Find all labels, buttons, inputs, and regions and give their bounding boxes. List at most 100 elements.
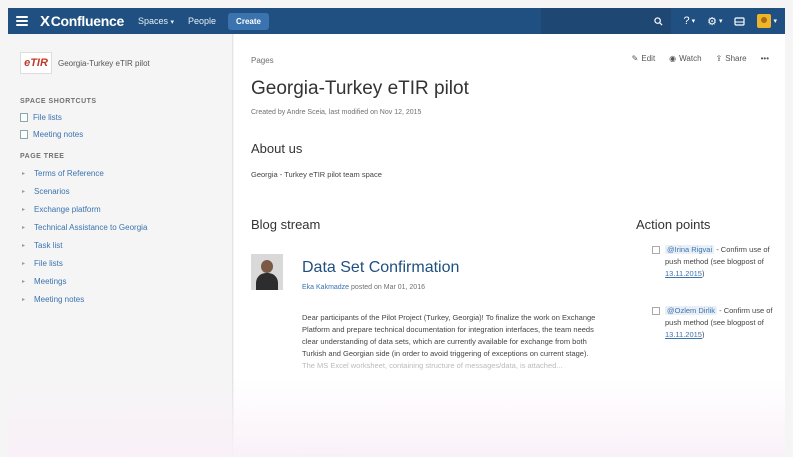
more-actions-button[interactable]: ••• <box>761 54 769 63</box>
task-text: @Ozlem Dirlik - Confirm use of push meth… <box>665 305 780 341</box>
expand-icon[interactable]: ▸ <box>22 188 28 195</box>
edit-label: Edit <box>641 54 656 63</box>
expand-icon[interactable]: ▸ <box>22 170 28 177</box>
logo-mark: X <box>40 12 50 30</box>
shortcut-file-lists[interactable]: File lists <box>20 113 232 122</box>
confluence-logo[interactable]: X Confluence <box>40 13 124 30</box>
chevron-down-icon: ▾ <box>718 18 723 25</box>
shortcut-label: Meeting notes <box>33 130 84 139</box>
user-menu-chevron[interactable]: ▾ <box>773 17 777 25</box>
user-mention[interactable]: @Irina Rigvai <box>665 245 715 254</box>
logo-text: Confluence <box>50 13 125 29</box>
chevron-down-icon: ▾ <box>691 18 696 25</box>
page-tree-title: PAGE TREE <box>20 153 65 160</box>
tree-item-task-list[interactable]: ▸ Task list <box>22 241 232 250</box>
page-byline: Created by Andre Sceia, last modified on… <box>251 109 422 116</box>
blog-post-excerpt: Dear participants of the Pilot Project (… <box>302 312 602 372</box>
space-logo-text: eTIR <box>24 57 48 69</box>
spaces-label: Spaces <box>137 16 168 26</box>
excerpt-text: Dear participants of the Pilot Project (… <box>302 313 596 358</box>
share-button[interactable]: ⇪ Share <box>716 54 747 63</box>
settings-menu[interactable]: ⚙ ▾ <box>707 15 722 28</box>
blog-stream-heading: Blog stream <box>251 217 321 232</box>
more-icon: ••• <box>760 54 769 63</box>
task-checkbox[interactable] <box>652 307 660 315</box>
page-icon <box>20 113 28 122</box>
space-name[interactable]: Georgia-Turkey eTIR pilot <box>58 59 150 68</box>
people-link[interactable]: People <box>188 16 216 26</box>
tree-item-label: Terms of Reference <box>34 169 104 178</box>
task-item: @Irina Rigvai - Confirm use of push meth… <box>636 244 780 280</box>
help-menu[interactable]: ? ▾ <box>683 15 695 27</box>
tree-item-label: Exchange platform <box>34 205 101 214</box>
edit-button[interactable]: ✎ Edit <box>632 54 656 63</box>
tree-item-label: File lists <box>34 259 63 268</box>
pencil-icon: ✎ <box>631 54 639 63</box>
expand-icon[interactable]: ▸ <box>22 206 28 213</box>
watch-label: Watch <box>679 54 702 63</box>
page-actions: ✎ Edit ◉ Watch ⇪ Share ••• <box>632 54 769 63</box>
expand-icon[interactable]: ▸ <box>22 278 28 285</box>
gear-icon: ⚙ <box>707 15 717 28</box>
shortcut-meeting-notes[interactable]: Meeting notes <box>20 130 232 139</box>
space-logo[interactable]: eTIR <box>20 52 52 74</box>
spaces-menu[interactable]: Spaces ▾ <box>138 16 174 26</box>
about-text: Georgia - Turkey eTIR pilot team space <box>251 170 382 179</box>
tree-item-meetings[interactable]: ▸ Meetings <box>22 277 232 286</box>
eye-icon: ◉ <box>669 54 677 63</box>
page-content: Pages ✎ Edit ◉ Watch ⇪ Share ••• Georgia-Tu… <box>234 34 785 457</box>
excerpt-faded-text: The MS Excel worksheet, containing struc… <box>302 361 563 370</box>
task-item: @Ozlem Dirlik - Confirm use of push meth… <box>636 305 780 341</box>
action-points-heading: Action points <box>636 217 711 232</box>
tree-item-scenarios[interactable]: ▸ Scenarios <box>22 187 232 196</box>
post-date: posted on Mar 01, 2016 <box>349 284 425 291</box>
tree-item-label: Meetings <box>34 277 67 286</box>
search-input[interactable] <box>541 8 672 34</box>
blog-post-meta: Eka Kakmadze posted on Mar 01, 2016 <box>302 284 425 291</box>
share-label: Share <box>725 54 747 63</box>
tree-item-meeting-notes[interactable]: ▸ Meeting notes <box>22 295 232 304</box>
task-end: ) <box>701 330 705 339</box>
tree-item-label: Meeting notes <box>34 295 85 304</box>
app-switcher-icon[interactable] <box>16 16 28 26</box>
tree-item-label: Technical Assistance to Georgia <box>34 223 148 232</box>
blog-post-title[interactable]: Data Set Confirmation <box>302 259 459 277</box>
tree-item-terms-of-reference[interactable]: ▸ Terms of Reference <box>22 169 232 178</box>
author-avatar[interactable] <box>251 254 283 290</box>
tree-item-exchange-platform[interactable]: ▸ Exchange platform <box>22 205 232 214</box>
tree-item-file-lists[interactable]: ▸ File lists <box>22 259 232 268</box>
task-date[interactable]: 13.11.2015 <box>665 269 702 278</box>
task-text: @Irina Rigvai - Confirm use of push meth… <box>665 244 780 280</box>
task-date[interactable]: 13.11.2015 <box>665 330 702 339</box>
user-mention[interactable]: @Ozlem Dirlik <box>665 306 718 315</box>
shortcuts-title: SPACE SHORTCUTS <box>20 98 97 105</box>
user-avatar[interactable] <box>757 14 772 28</box>
expand-icon[interactable]: ▸ <box>22 260 28 267</box>
notifications-button[interactable] <box>734 16 746 26</box>
breadcrumb[interactable]: Pages <box>251 56 274 65</box>
expand-icon[interactable]: ▸ <box>22 224 28 231</box>
about-heading: About us <box>251 141 303 156</box>
search-icon <box>654 16 663 26</box>
task-end: ) <box>701 269 705 278</box>
share-icon: ⇪ <box>715 54 723 63</box>
tree-item-label: Scenarios <box>34 187 70 196</box>
chevron-down-icon: ▾ <box>773 18 777 25</box>
task-checkbox[interactable] <box>652 246 660 254</box>
notifications-icon <box>734 17 746 26</box>
chevron-down-icon: ▾ <box>170 19 175 26</box>
top-navigation-bar: X Confluence Spaces ▾ People Create ? ▾ ⚙… <box>8 8 785 34</box>
expand-icon[interactable]: ▸ <box>22 296 28 303</box>
page-title: Georgia-Turkey eTIR pilot <box>251 78 469 99</box>
space-sidebar: eTIR Georgia-Turkey eTIR pilot SPACE SHO… <box>8 34 233 457</box>
shortcut-label: File lists <box>33 113 62 122</box>
author-link[interactable]: Eka Kakmadze <box>302 284 349 291</box>
page-icon <box>20 130 28 139</box>
expand-icon[interactable]: ▸ <box>22 242 28 249</box>
space-header[interactable]: eTIR Georgia-Turkey eTIR pilot <box>20 52 232 74</box>
watch-button[interactable]: ◉ Watch <box>669 54 701 63</box>
tree-item-technical-assistance[interactable]: ▸ Technical Assistance to Georgia <box>22 223 232 232</box>
help-icon: ? <box>683 15 690 27</box>
tree-item-label: Task list <box>34 241 63 250</box>
create-button[interactable]: Create <box>228 12 269 30</box>
